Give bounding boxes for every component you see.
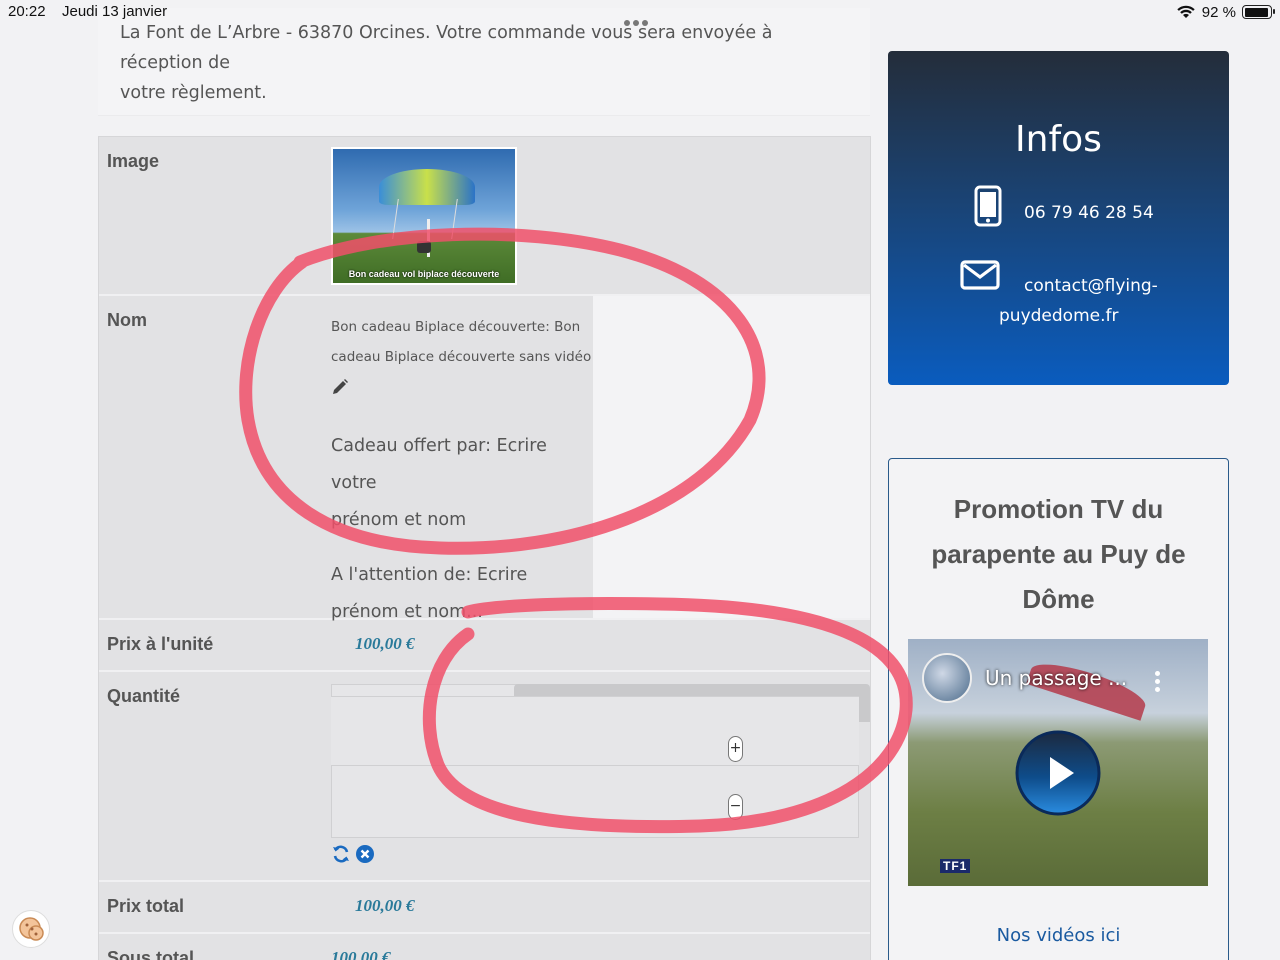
battery-percent: 92 % [1201, 3, 1236, 21]
total-label: Prix total [107, 896, 185, 916]
offered-by-line-2: prénom et nom [331, 510, 467, 530]
email-line-1[interactable]: contact@flying- [896, 271, 1229, 301]
cart-row-image: Image Bon cadeau vol biplace découverte [99, 137, 870, 296]
channel-avatar[interactable] [922, 653, 972, 703]
tf1-logo: TF1 [940, 859, 971, 873]
product-details: Bon cadeau Biplace découverte: Bon cadea… [331, 296, 593, 622]
cart-row-subtotal: Sous total 100,00 € [99, 934, 870, 960]
subtotal-cell: 100,00 € [331, 934, 870, 960]
quantity-cell: + − [331, 672, 870, 880]
offered-by-line-1: Cadeau offert par: Ecrire votre [331, 436, 547, 493]
decrease-quantity-button[interactable]: − [728, 794, 743, 820]
infos-panel: Infos 06 79 46 28 54 contact@flying- puy… [888, 51, 1229, 385]
increase-quantity-button[interactable]: + [728, 736, 743, 762]
promo-title: Promotion TV du parapente au Puy de Dôme [889, 487, 1228, 622]
status-right: 92 % [1176, 3, 1275, 21]
subtotal-value: 100,00 € [331, 948, 391, 960]
product-thumbnail[interactable]: Bon cadeau vol biplace découverte [331, 147, 517, 285]
status-bar: 20:22 Jeudi 13 janvier 92 % [0, 0, 1280, 26]
notice-line-1: La Font de L’Arbre - 63870 Orcines. Votr… [120, 23, 773, 73]
pilot [417, 241, 431, 253]
total-cell: 100,00 € [331, 882, 870, 932]
video-menu-icon[interactable] [1155, 671, 1161, 695]
unit-price-label: Prix à l'unité [107, 634, 214, 654]
promo-title-line-1: Promotion TV du [953, 494, 1164, 524]
cookie-icon [19, 917, 44, 941]
phone-number[interactable]: 06 79 46 28 54 [1024, 203, 1154, 223]
image-label: Image [107, 151, 160, 171]
multitasking-dots-icon[interactable] [624, 11, 656, 26]
thumbnail-caption: Bon cadeau vol biplace découverte [348, 269, 500, 279]
pencil-edit-icon[interactable] [331, 378, 349, 396]
paraglider-lines [392, 199, 458, 239]
refresh-icon[interactable] [331, 844, 351, 864]
status-date: Jeudi 13 janvier [62, 3, 168, 20]
status-time: 20:22 [8, 3, 46, 20]
product-title-2[interactable]: cadeau Biplace découverte sans vidéo [331, 342, 593, 372]
battery-fill [1244, 7, 1268, 17]
name-label: Nom [107, 310, 147, 330]
promo-title-line-2: parapente au Puy de [931, 539, 1186, 569]
unit-price-cell: 100,00 € [331, 620, 870, 670]
promo-title-line-3: Dôme [1022, 584, 1095, 614]
image-cell: Bon cadeau vol biplace découverte [331, 137, 870, 294]
cookie-settings-icon[interactable] [12, 910, 50, 948]
video-embed[interactable]: Un passage ... TF1 [908, 639, 1208, 886]
quantity-actions [331, 844, 375, 864]
quantity-row [331, 696, 859, 766]
videos-link[interactable]: Nos vidéos ici [889, 925, 1228, 946]
remove-icon[interactable] [355, 844, 375, 864]
video-title[interactable]: Un passage ... [985, 666, 1127, 690]
promo-panel: Promotion TV du parapente au Puy de Dôme… [888, 458, 1229, 960]
email-link[interactable]: contact@flying- puydedome.fr [888, 271, 1229, 331]
cart-table: Image Bon cadeau vol biplace découverte … [98, 136, 871, 960]
email-line-2[interactable]: puydedome.fr [896, 301, 1229, 331]
cart-row-unit-price: Prix à l'unité 100,00 € [99, 620, 870, 672]
cart-row-total: Prix total 100,00 € [99, 882, 870, 934]
name-cell: Bon cadeau Biplace découverte: Bon cadea… [331, 296, 870, 622]
total-value: 100,00 € [355, 896, 415, 915]
play-icon[interactable] [1014, 729, 1102, 817]
order-notice: La Font de L’Arbre - 63870 Orcines. Votr… [98, 8, 870, 116]
notice-line-2: votre règlement. [120, 83, 267, 103]
cart-row-name: Nom Bon cadeau Biplace découverte: Bon c… [99, 296, 870, 622]
product-title-1[interactable]: Bon cadeau Biplace découverte: Bon [331, 312, 593, 342]
quantity-label: Quantité [107, 686, 181, 706]
phone-icon [974, 185, 1002, 227]
battery-icon [1242, 5, 1275, 19]
attention-line-1: A l'attention de: Ecrire [331, 565, 528, 585]
infos-title: Infos [1015, 119, 1102, 160]
subtotal-label: Sous total [107, 948, 195, 960]
cart-row-quantity: Quantité + − [99, 672, 870, 882]
unit-price-value: 100,00 € [355, 634, 415, 653]
offered-by: Cadeau offert par: Ecrire votre prénom e… [331, 428, 593, 539]
wifi-icon [1177, 5, 1195, 18]
